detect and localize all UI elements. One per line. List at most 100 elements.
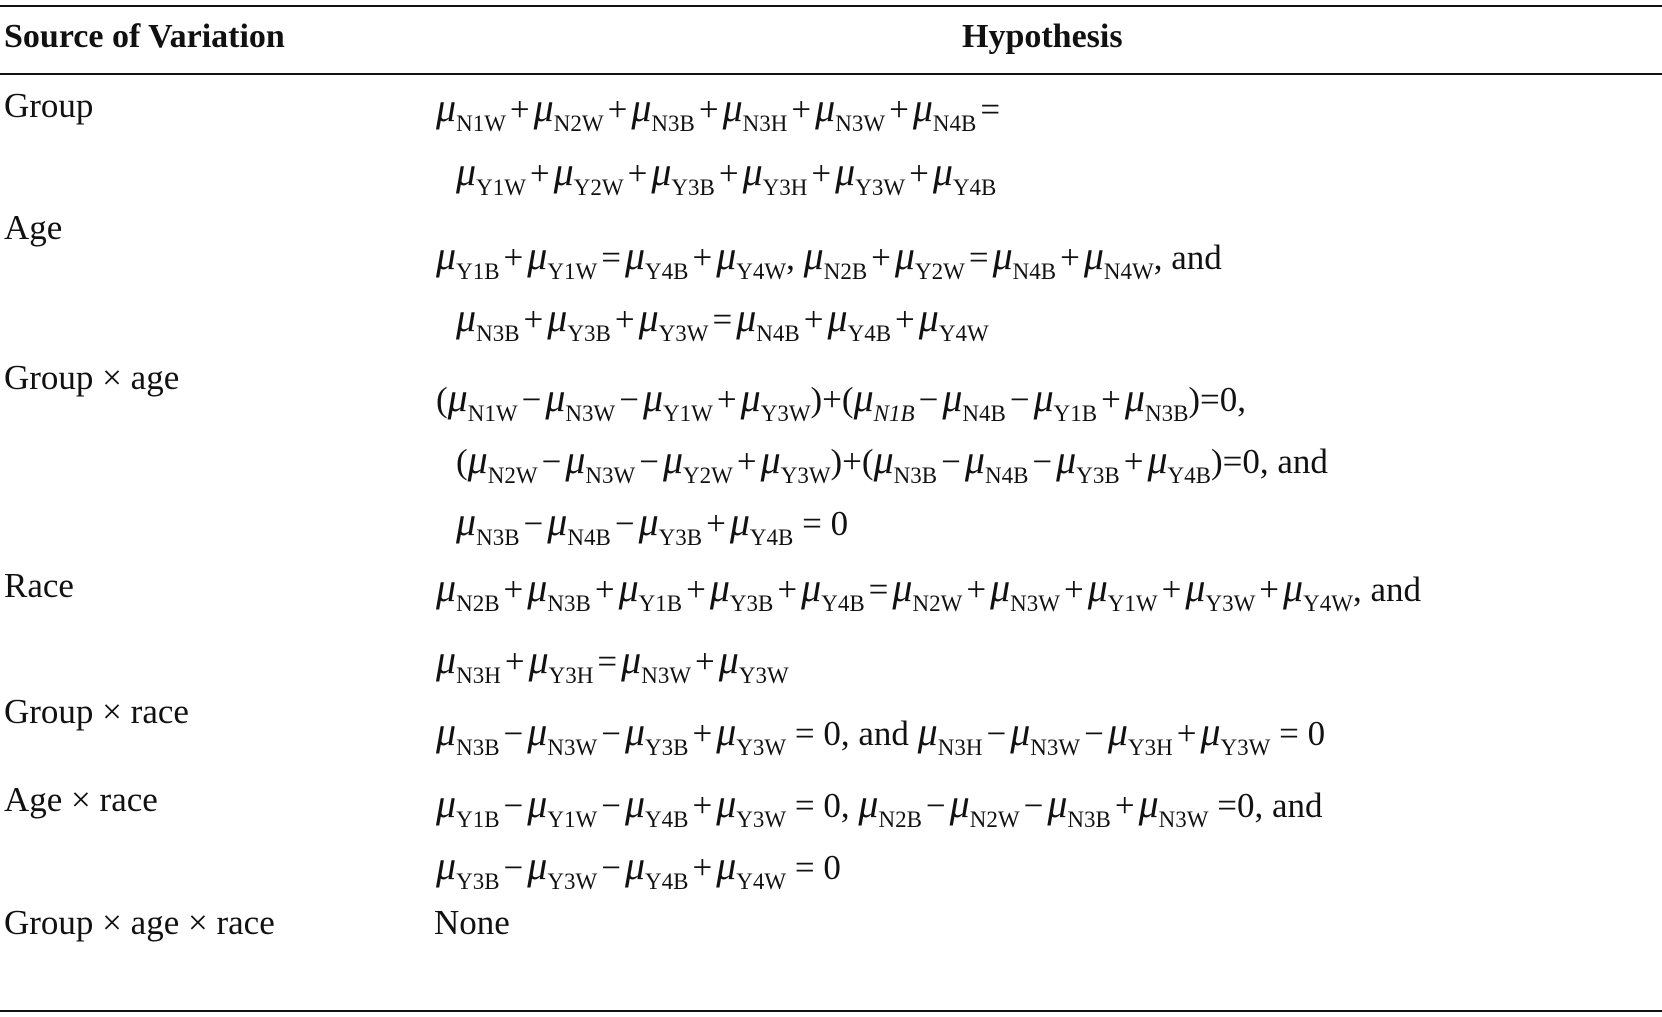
mean-symbol: μ xyxy=(436,781,457,826)
cell-subscript: N2W xyxy=(553,111,604,136)
equation-text: = 0, xyxy=(786,786,859,825)
cell-subscript: Y4W xyxy=(736,869,787,894)
row-label-race: Race xyxy=(4,566,74,605)
operator: + xyxy=(716,380,737,419)
mean-symbol: μ xyxy=(964,437,985,482)
operator: − xyxy=(1084,714,1104,753)
operator: = xyxy=(601,238,621,277)
mean-symbol: μ xyxy=(1200,709,1221,754)
cell-subscript: N2W xyxy=(969,807,1020,832)
cell-subscript: N2B xyxy=(878,807,922,832)
mean-symbol: μ xyxy=(1033,375,1054,420)
mean-symbol: μ xyxy=(722,85,743,130)
cell-subscript: N3W xyxy=(1030,735,1081,760)
operator: − xyxy=(601,786,621,825)
cell-subscript: Y4W xyxy=(736,259,787,284)
hypothesis-line: μY1B − μY1W − μY4B + μY3W = 0, μN2B − μN2W − μN3B +… xyxy=(436,780,1323,831)
mean-symbol: μ xyxy=(912,85,933,130)
mean-symbol: μ xyxy=(716,843,737,888)
equation-text: = 0 xyxy=(1270,714,1326,753)
equation-text: = 0 xyxy=(786,848,841,887)
mean-symbol: μ xyxy=(835,149,856,194)
mean-symbol: μ xyxy=(740,375,761,420)
cell-subscript: N3B xyxy=(476,321,520,346)
operator: − xyxy=(601,714,621,753)
equation-text: =0, and xyxy=(1208,786,1323,825)
operator: + xyxy=(1123,442,1144,481)
cell-subscript: N2W xyxy=(912,591,963,616)
operator: + xyxy=(509,90,530,129)
cell-subscript: Y2W xyxy=(914,259,965,284)
table-header-rule xyxy=(0,73,1662,75)
equation-text: = 0 xyxy=(793,504,849,543)
cell-subscript: Y4B xyxy=(847,321,892,346)
operator: + xyxy=(607,90,628,129)
cell-subscript: Y3B xyxy=(671,175,715,200)
mean-symbol: μ xyxy=(527,781,548,826)
equation-text: )=0, and xyxy=(1210,442,1328,481)
mean-symbol: μ xyxy=(456,149,477,194)
cell-subscript: N3B xyxy=(547,591,591,616)
cell-subscript: Y1B xyxy=(456,259,500,284)
mean-symbol: μ xyxy=(932,149,953,194)
cell-subscript: N3B xyxy=(476,525,520,550)
cell-subscript: Y3B xyxy=(456,869,500,894)
cell-subscript: N3W xyxy=(641,663,692,688)
mean-symbol: μ xyxy=(624,709,646,754)
cell-subscript: Y4W xyxy=(1303,591,1353,616)
operator: + xyxy=(1063,570,1084,609)
cell-subscript: N2B xyxy=(823,259,868,284)
cell-subscript: N4W xyxy=(1103,259,1154,284)
cell-subscript: Y3W xyxy=(855,175,906,200)
cell-subscript: Y1B xyxy=(1053,401,1098,426)
mean-symbol: μ xyxy=(858,781,879,826)
mean-symbol: μ xyxy=(894,233,915,278)
equation-text: )+( xyxy=(830,442,874,481)
cell-subscript: Y1W xyxy=(547,259,598,284)
mean-symbol: μ xyxy=(533,85,554,130)
mean-symbol: μ xyxy=(853,375,874,420)
cell-subscript: Y4B xyxy=(749,525,794,550)
mean-symbol: μ xyxy=(638,499,659,544)
equation-text: )+( xyxy=(810,380,854,419)
operator: + xyxy=(692,848,713,887)
mean-symbol: μ xyxy=(827,295,848,340)
cell-subscript: N4B xyxy=(932,111,977,136)
operator: − xyxy=(601,848,621,887)
operator: − xyxy=(614,504,635,543)
mean-symbol: μ xyxy=(716,233,737,278)
cell-subscript: Y4B xyxy=(1167,463,1211,488)
equation-text: = 0, and xyxy=(786,714,918,753)
mean-symbol: μ xyxy=(873,437,894,482)
cell-subscript: Y3H xyxy=(1127,735,1173,760)
operator: − xyxy=(619,380,639,419)
operator: + xyxy=(1101,380,1121,419)
mean-symbol: μ xyxy=(718,637,739,682)
mean-symbol: μ xyxy=(892,565,913,610)
mean-symbol: μ xyxy=(547,295,568,340)
operator: + xyxy=(594,570,615,609)
operator: − xyxy=(918,380,939,419)
mean-symbol: μ xyxy=(1047,781,1068,826)
equation-text: )=0, xyxy=(1188,380,1247,419)
equation-text: ( xyxy=(436,380,448,419)
hypothesis-line: (μN2W − μN3W − μY2W + μY3W)+(μN3B − μN4B − μY3B + μY… xyxy=(456,436,1328,487)
operator: + xyxy=(966,570,987,609)
operator: − xyxy=(941,442,961,481)
operator: + xyxy=(718,154,739,193)
mean-symbol: μ xyxy=(1185,565,1206,610)
cell-subscript: Y3W xyxy=(1220,735,1271,760)
operator: − xyxy=(521,380,542,419)
operator: + xyxy=(1259,570,1280,609)
mean-symbol: μ xyxy=(621,637,642,682)
cell-subscript: N1B xyxy=(873,401,915,426)
hypothesis-line: μN1W + μN2W + μN3B + μN3H + μN3W + μN4B = xyxy=(436,84,1004,135)
cell-subscript: Y4B xyxy=(645,259,689,284)
mean-symbol: μ xyxy=(815,85,836,130)
cell-subscript: Y3W xyxy=(736,807,787,832)
operator: − xyxy=(503,848,524,887)
mean-symbol: μ xyxy=(1107,709,1128,754)
equation-text: , xyxy=(786,238,804,277)
mean-symbol: μ xyxy=(760,437,781,482)
cell-subscript: N3B xyxy=(1067,807,1111,832)
